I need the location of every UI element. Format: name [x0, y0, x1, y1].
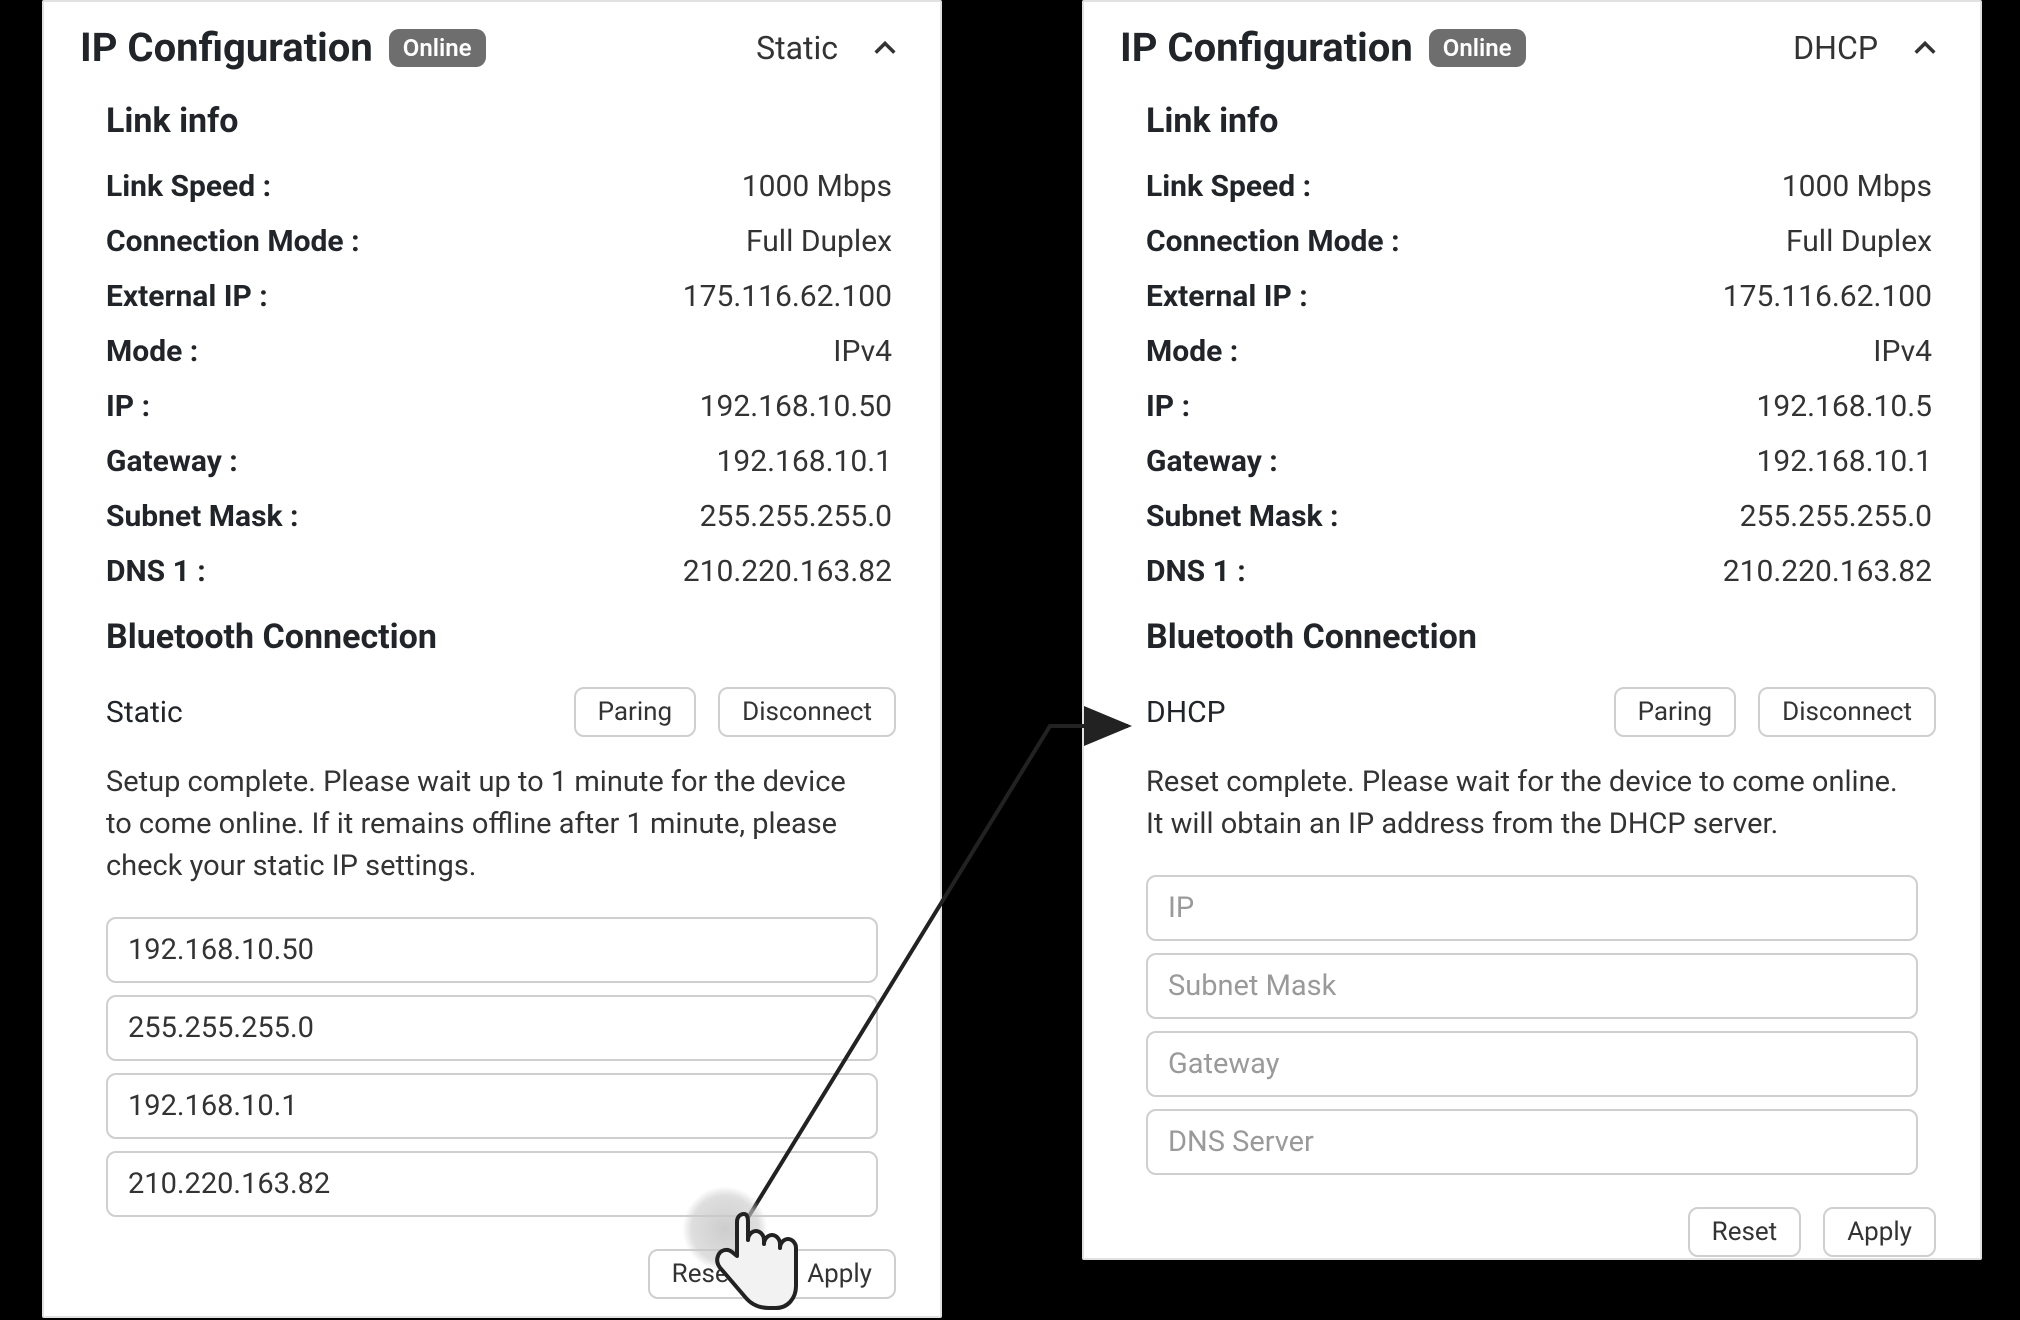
ip-input[interactable] [106, 917, 878, 983]
dns-input[interactable] [106, 1151, 878, 1217]
external-ip-label: External IP : [1146, 279, 1308, 314]
disconnect-button[interactable]: Disconnect [718, 687, 896, 737]
external-ip-label: External IP : [106, 279, 268, 314]
ip-value: 192.168.10.5 [1757, 389, 1932, 424]
connection-mode-label: Connection Mode : [106, 224, 360, 259]
subnet-label: Subnet Mask : [1146, 499, 1338, 534]
panel-header: IP Configuration Online Static [44, 2, 940, 83]
dns1-label: DNS 1 : [106, 554, 206, 589]
apply-button[interactable]: Apply [783, 1249, 896, 1299]
link-speed-row: Link Speed : 1000 Mbps [1084, 159, 1980, 214]
bluetooth-heading: Bluetooth Connection [1084, 599, 1980, 675]
link-info-heading: Link info [44, 83, 940, 159]
external-ip-row: External IP : 175.116.62.100 [44, 269, 940, 324]
mode-label: Mode : [106, 334, 198, 369]
panel-title: IP Configuration [80, 24, 373, 71]
bluetooth-mode-label: DHCP [1146, 695, 1614, 730]
link-speed-label: Link Speed : [1146, 169, 1311, 204]
subnet-value: 255.255.255.0 [700, 499, 892, 534]
gateway-label: Gateway : [1146, 444, 1278, 479]
mode-row: Mode : IPv4 [44, 324, 940, 379]
connection-mode-value: Full Duplex [746, 224, 892, 259]
reset-button[interactable]: Reset [648, 1249, 762, 1299]
external-ip-row: External IP : 175.116.62.100 [1084, 269, 1980, 324]
disconnect-button[interactable]: Disconnect [1758, 687, 1936, 737]
dns-input[interactable] [1146, 1109, 1918, 1175]
subnet-row: Subnet Mask : 255.255.255.0 [1084, 489, 1980, 544]
mode-value: IPv4 [1873, 334, 1932, 369]
gateway-row: Gateway : 192.168.10.1 [44, 434, 940, 489]
chevron-up-icon[interactable] [866, 29, 904, 67]
status-badge-online: Online [389, 29, 486, 67]
subnet-label: Subnet Mask : [106, 499, 298, 534]
pairing-button[interactable]: Paring [574, 687, 697, 737]
subnet-row: Subnet Mask : 255.255.255.0 [44, 489, 940, 544]
subnet-input[interactable] [1146, 953, 1918, 1019]
gateway-label: Gateway : [106, 444, 238, 479]
action-row: Reset Apply [1084, 1187, 1980, 1277]
link-speed-row: Link Speed : 1000 Mbps [44, 159, 940, 214]
gateway-row: Gateway : 192.168.10.1 [1084, 434, 1980, 489]
mode-row: Mode : IPv4 [1084, 324, 1980, 379]
ip-config-panel-static: IP Configuration Online Static Link info… [42, 0, 942, 1318]
ip-row: IP : 192.168.10.50 [44, 379, 940, 434]
link-speed-label: Link Speed : [106, 169, 271, 204]
connection-mode-row: Connection Mode : Full Duplex [1084, 214, 1980, 269]
chevron-up-icon[interactable] [1906, 29, 1944, 67]
dns1-label: DNS 1 : [1146, 554, 1246, 589]
ip-input[interactable] [1146, 875, 1918, 941]
ip-mode-select[interactable]: Static [756, 29, 838, 67]
connection-mode-label: Connection Mode : [1146, 224, 1400, 259]
subnet-value: 255.255.255.0 [1740, 499, 1932, 534]
ip-label: IP : [106, 389, 150, 424]
dns1-value: 210.220.163.82 [683, 554, 892, 589]
panel-header: IP Configuration Online DHCP [1084, 2, 1980, 83]
ip-mode-select[interactable]: DHCP [1793, 29, 1878, 67]
bluetooth-mode-label: Static [106, 695, 574, 730]
gateway-value: 192.168.10.1 [1757, 444, 1932, 479]
ip-row: IP : 192.168.10.5 [1084, 379, 1980, 434]
status-badge-online: Online [1429, 29, 1526, 67]
ip-value: 192.168.10.50 [700, 389, 892, 424]
pairing-button[interactable]: Paring [1614, 687, 1737, 737]
status-message: Setup complete. Please wait up to 1 minu… [44, 755, 940, 905]
link-info-heading: Link info [1084, 83, 1980, 159]
bluetooth-heading: Bluetooth Connection [44, 599, 940, 675]
link-speed-value: 1000 Mbps [742, 169, 892, 204]
link-speed-value: 1000 Mbps [1782, 169, 1932, 204]
subnet-input[interactable] [106, 995, 878, 1061]
mode-value: IPv4 [833, 334, 892, 369]
dns1-row: DNS 1 : 210.220.163.82 [44, 544, 940, 599]
gateway-input[interactable] [106, 1073, 878, 1139]
mode-label: Mode : [1146, 334, 1238, 369]
dns1-row: DNS 1 : 210.220.163.82 [1084, 544, 1980, 599]
ip-config-panel-dhcp: IP Configuration Online DHCP Link info L… [1082, 0, 1982, 1260]
external-ip-value: 175.116.62.100 [683, 279, 892, 314]
gateway-input[interactable] [1146, 1031, 1918, 1097]
gateway-value: 192.168.10.1 [717, 444, 892, 479]
bluetooth-row: Static Paring Disconnect [44, 675, 940, 755]
action-row: Reset Apply [44, 1229, 940, 1319]
status-message: Reset complete. Please wait for the devi… [1084, 755, 1980, 863]
dns1-value: 210.220.163.82 [1723, 554, 1932, 589]
external-ip-value: 175.116.62.100 [1723, 279, 1932, 314]
bluetooth-row: DHCP Paring Disconnect [1084, 675, 1980, 755]
reset-button[interactable]: Reset [1688, 1207, 1802, 1257]
ip-label: IP : [1146, 389, 1190, 424]
apply-button[interactable]: Apply [1823, 1207, 1936, 1257]
connection-mode-row: Connection Mode : Full Duplex [44, 214, 940, 269]
connection-mode-value: Full Duplex [1786, 224, 1932, 259]
panel-title: IP Configuration [1120, 24, 1413, 71]
